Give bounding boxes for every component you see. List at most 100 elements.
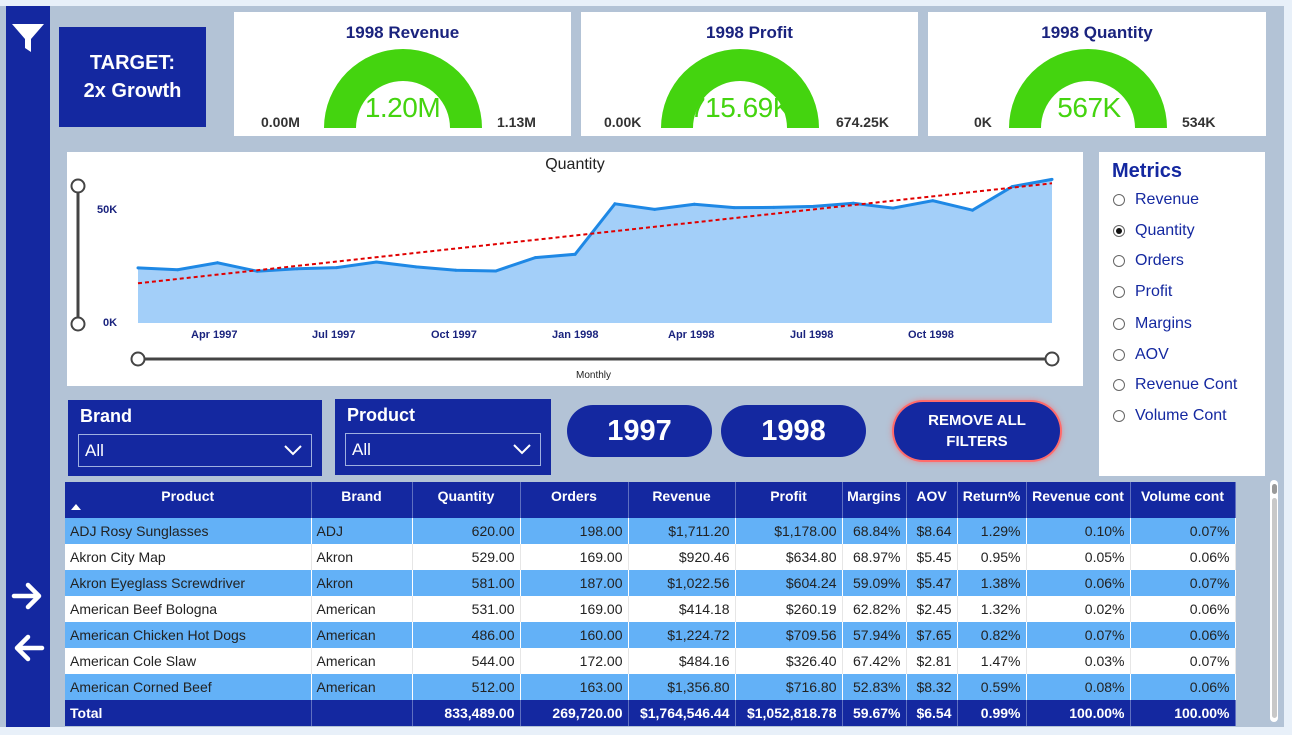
metric-option-profit[interactable]: Profit xyxy=(1113,282,1172,302)
data-point xyxy=(613,202,617,206)
radio-selected-icon xyxy=(1113,225,1125,237)
column-header-label: Orders xyxy=(551,488,597,504)
total-cell: 0.99% xyxy=(957,700,1027,726)
table-cell: 0.10% xyxy=(1026,518,1131,544)
table-cell: $260.19 xyxy=(735,596,843,622)
radio-icon xyxy=(1113,255,1125,267)
column-header-quantity[interactable]: Quantity xyxy=(412,482,521,518)
quantity-chart xyxy=(70,177,1060,367)
product-slicer-title: Product xyxy=(347,405,416,425)
table-cell: 187.00 xyxy=(520,570,629,596)
data-point xyxy=(732,206,736,210)
table-cell: $484.16 xyxy=(628,648,736,674)
data-point xyxy=(454,268,458,272)
kpi-revenue-max: 1.13M xyxy=(497,114,536,130)
table-header-row: Product Brand Quantity Orders Revenue Pr… xyxy=(65,482,1236,518)
arrow-left-icon[interactable] xyxy=(6,632,50,664)
column-header-product[interactable]: Product xyxy=(65,482,312,518)
data-point xyxy=(295,267,299,271)
table-cell: American Beef Bologna xyxy=(65,596,312,622)
metric-option-quantity[interactable]: Quantity xyxy=(1113,221,1195,241)
metric-label: Profit xyxy=(1135,283,1173,300)
metric-option-revenue[interactable]: Revenue xyxy=(1113,190,1199,210)
column-header-revenue-cont[interactable]: Revenue cont xyxy=(1026,482,1131,518)
table-cell: American xyxy=(311,648,413,674)
table-cell: 0.07% xyxy=(1130,518,1236,544)
table-cell: 68.84% xyxy=(842,518,907,544)
table-cell: Akron Eyeglass Screwdriver xyxy=(65,570,312,596)
table-row[interactable]: American Cole Slaw American 544.00 172.00 $4… xyxy=(65,648,1236,674)
table-row[interactable]: Akron City Map Akron 529.00 169.00 $920.46 $6… xyxy=(65,544,1236,570)
metric-label: Margins xyxy=(1135,315,1192,332)
column-header-revenue[interactable]: Revenue xyxy=(628,482,736,518)
data-point xyxy=(812,204,816,208)
column-header-brand[interactable]: Brand xyxy=(311,482,413,518)
metric-option-margins[interactable]: Margins xyxy=(1113,314,1192,334)
metric-option-revenue-cont[interactable]: Revenue Cont xyxy=(1113,375,1237,395)
table-cell: Akron xyxy=(311,544,413,570)
product-dropdown-value: All xyxy=(352,439,371,459)
metric-label: Quantity xyxy=(1135,222,1195,239)
brand-dropdown[interactable]: All xyxy=(78,434,312,467)
table-row[interactable]: American Chicken Hot Dogs American 486.00 1… xyxy=(65,622,1236,648)
data-point xyxy=(1050,177,1054,181)
table-cell: 0.06% xyxy=(1130,622,1236,648)
remove-all-filters-button[interactable]: REMOVE ALL FILTERS xyxy=(894,402,1060,460)
radio-icon xyxy=(1113,286,1125,298)
table-cell: $634.80 xyxy=(735,544,843,570)
table-cell: $1,356.80 xyxy=(628,674,736,700)
column-header-label: Revenue xyxy=(652,488,711,504)
column-header-volume-cont[interactable]: Volume cont xyxy=(1130,482,1236,518)
metric-option-orders[interactable]: Orders xyxy=(1113,251,1184,271)
year-1998-button[interactable]: 1998 xyxy=(721,405,866,457)
table-cell: 529.00 xyxy=(412,544,521,570)
column-header-return[interactable]: Return% xyxy=(957,482,1027,518)
table-cell: 1.47% xyxy=(957,648,1027,674)
table-cell: 0.07% xyxy=(1130,648,1236,674)
column-header-label: Margins xyxy=(847,488,901,504)
kpi-revenue-min: 0.00M xyxy=(261,114,300,130)
product-slicer: Product All xyxy=(335,399,551,475)
radio-icon xyxy=(1113,410,1125,422)
table-cell: 531.00 xyxy=(412,596,521,622)
table-row[interactable]: Akron Eyeglass Screwdriver Akron 581.00 187… xyxy=(65,570,1236,596)
table-cell: $326.40 xyxy=(735,648,843,674)
table-cell: 160.00 xyxy=(520,622,629,648)
y-tick-0k: 0K xyxy=(103,317,118,329)
metric-label: Volume Cont xyxy=(1135,407,1227,424)
x-range-slider-left-handle xyxy=(130,351,146,367)
arrow-right-icon[interactable] xyxy=(6,580,50,612)
metric-label: Orders xyxy=(1135,252,1184,269)
filter-icon[interactable] xyxy=(6,20,50,56)
scrollbar-thumb[interactable] xyxy=(1272,498,1277,718)
table-cell: Akron xyxy=(311,570,413,596)
metric-option-volume-cont[interactable]: Volume Cont xyxy=(1113,406,1227,426)
metric-option-aov[interactable]: AOV xyxy=(1113,345,1169,365)
column-header-profit[interactable]: Profit xyxy=(735,482,843,518)
column-header-margins[interactable]: Margins xyxy=(842,482,907,518)
table-row[interactable]: American Beef Bologna American 531.00 169.0… xyxy=(65,596,1236,622)
table-cell: American xyxy=(311,674,413,700)
table-cell: 486.00 xyxy=(412,622,521,648)
total-cell: $6.54 xyxy=(906,700,958,726)
table-cell: 59.09% xyxy=(842,570,907,596)
data-point xyxy=(216,261,219,265)
kpi-quantity-max: 534K xyxy=(1182,114,1216,130)
table-cell: Akron City Map xyxy=(65,544,312,570)
year-1997-button[interactable]: 1997 xyxy=(567,405,712,457)
data-point xyxy=(772,205,776,209)
column-header-orders[interactable]: Orders xyxy=(520,482,629,518)
table-row[interactable]: American Corned Beef American 512.00 163.00… xyxy=(65,674,1236,700)
table-row[interactable]: ADJ Rosy Sunglasses ADJ 620.00 198.00 $1,711… xyxy=(65,518,1236,544)
scrollbar-up-handle[interactable] xyxy=(1272,484,1277,494)
data-point xyxy=(692,202,696,206)
total-cell: $1,052,818.78 xyxy=(735,700,843,726)
y-range-slider-top-handle xyxy=(70,178,86,194)
table-cell: American Chicken Hot Dogs xyxy=(65,622,312,648)
frame-right xyxy=(1284,0,1292,735)
x-tick-label: Apr 1997 xyxy=(191,329,238,341)
column-header-aov[interactable]: AOV xyxy=(906,482,958,518)
table-cell: 52.83% xyxy=(842,674,907,700)
product-dropdown[interactable]: All xyxy=(345,433,541,466)
table-cell: 620.00 xyxy=(412,518,521,544)
